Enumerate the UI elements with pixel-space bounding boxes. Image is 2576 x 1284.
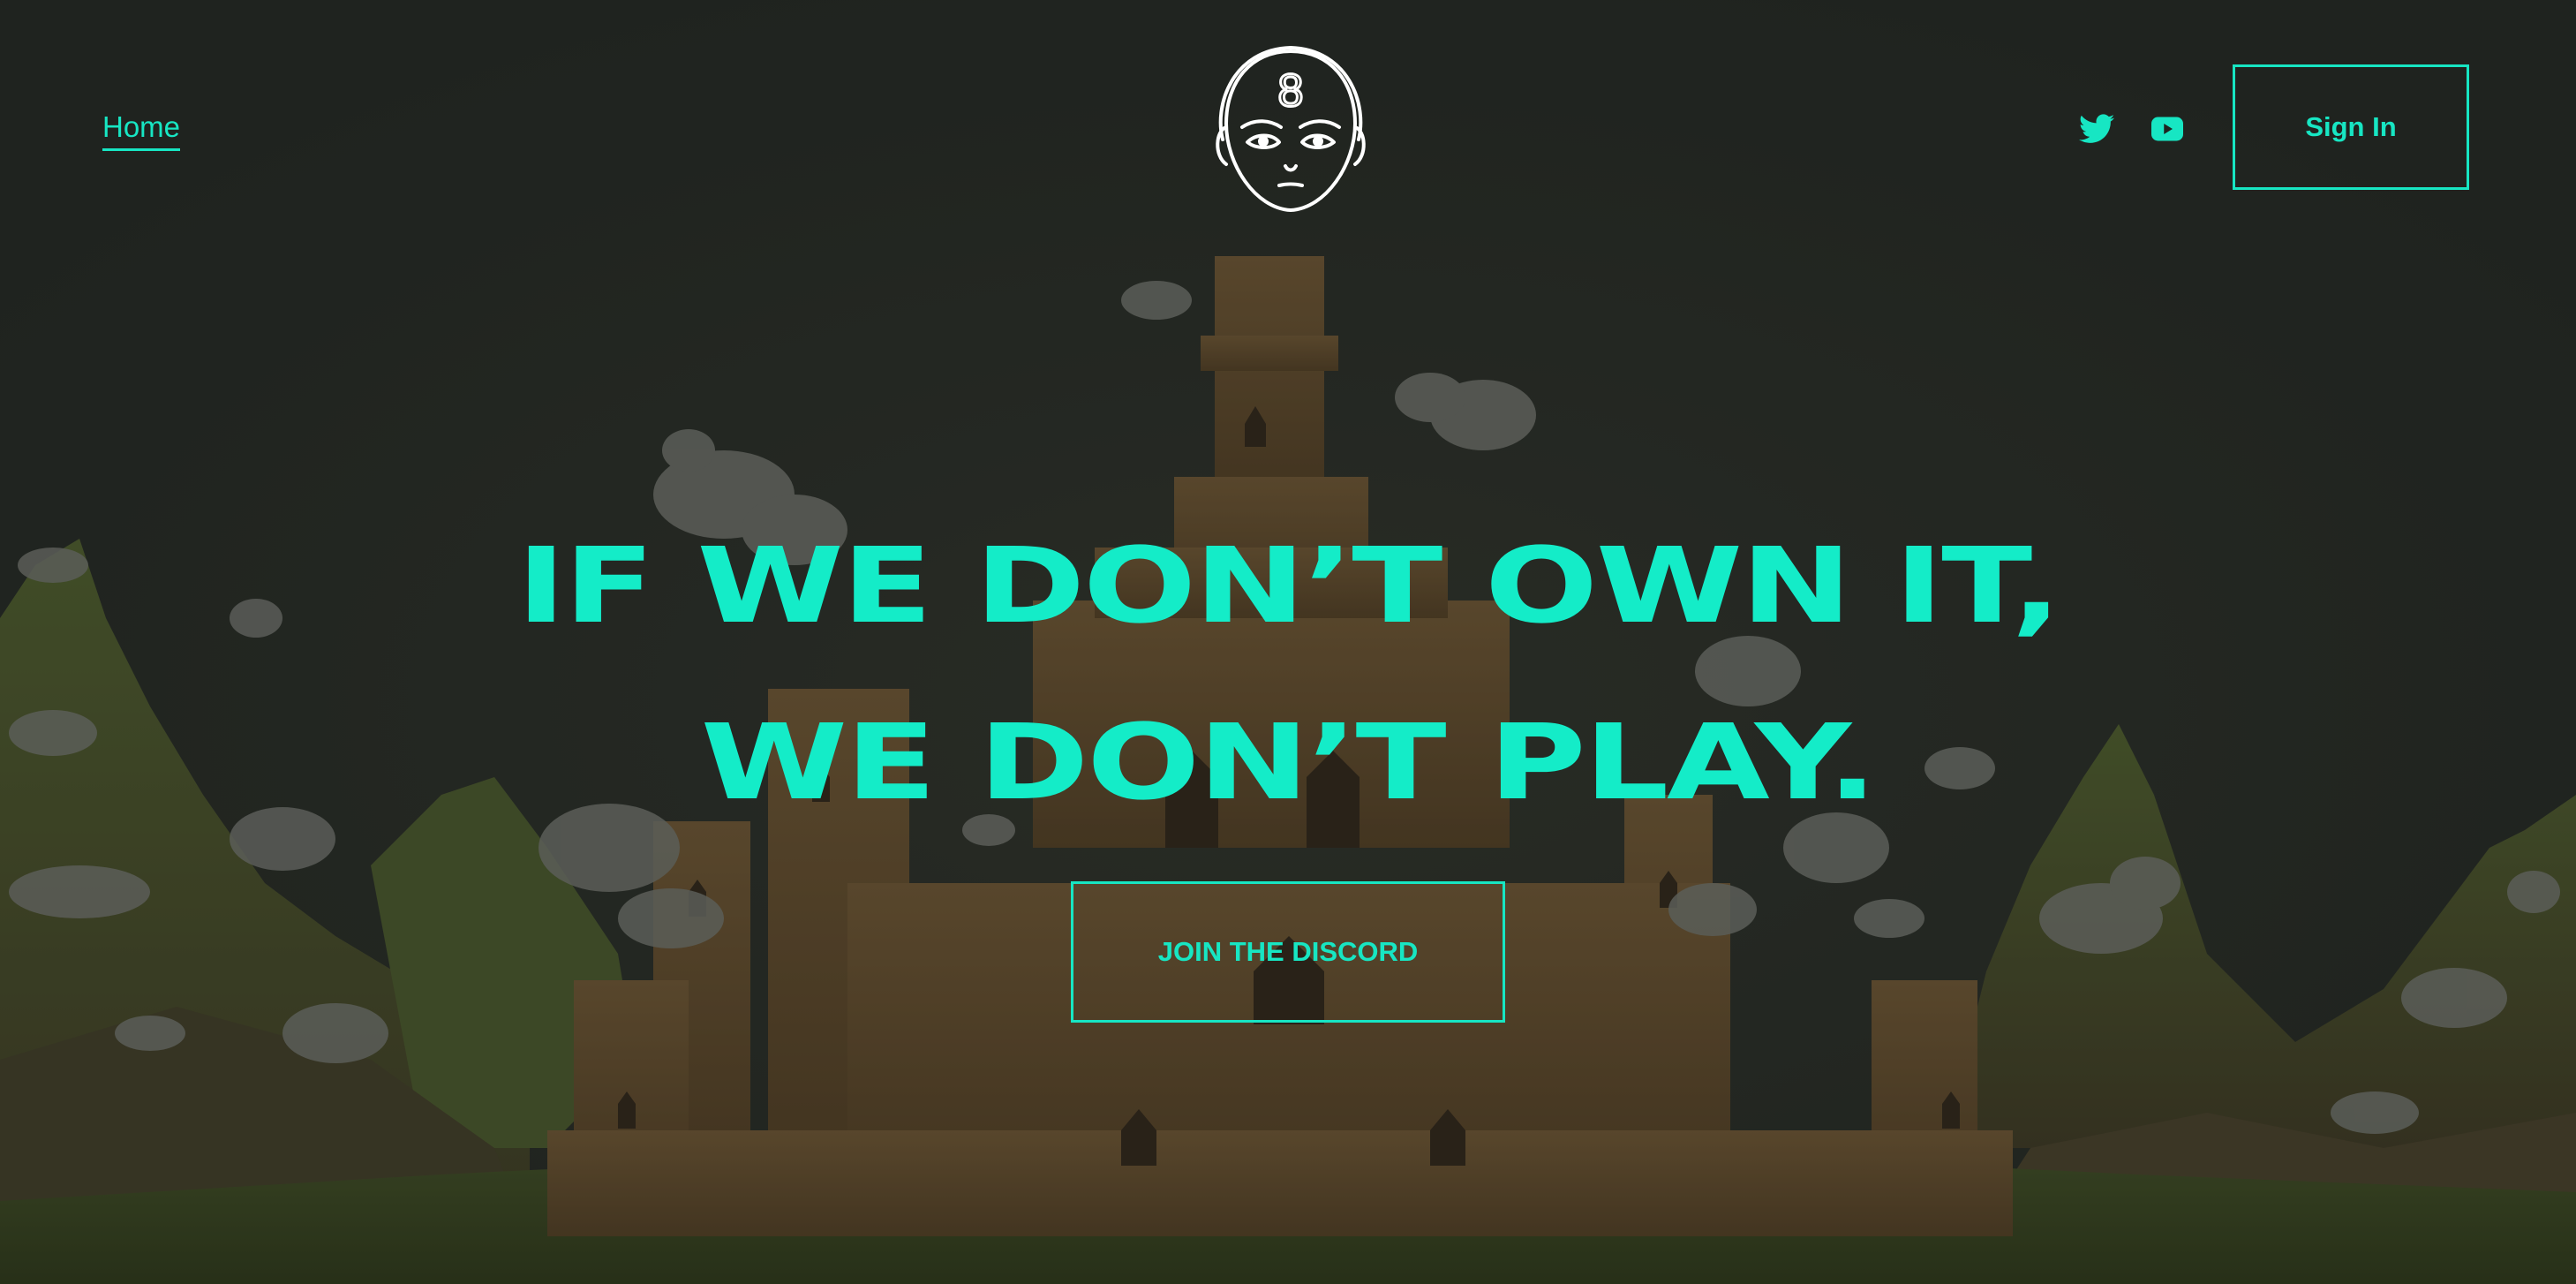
- nav-home-link[interactable]: Home: [102, 110, 181, 151]
- twitter-icon[interactable]: [2079, 113, 2114, 145]
- hero-headline-line-2: WE DON’T PLAY.: [700, 701, 1878, 823]
- join-discord-button[interactable]: JOIN THE DISCORD: [1071, 881, 1505, 1023]
- hero-headline-line-1: IF WE DON’T OWN IT,: [516, 525, 2061, 646]
- youtube-icon[interactable]: [2151, 115, 2183, 143]
- svg-text:8: 8: [1278, 65, 1304, 117]
- sign-in-button[interactable]: Sign In: [2233, 64, 2469, 190]
- logo-face-icon[interactable]: 8: [1207, 42, 1375, 219]
- landing-page: Home 8 Sign In IF WE DON’T OWN IT, WE DO…: [0, 0, 2576, 1284]
